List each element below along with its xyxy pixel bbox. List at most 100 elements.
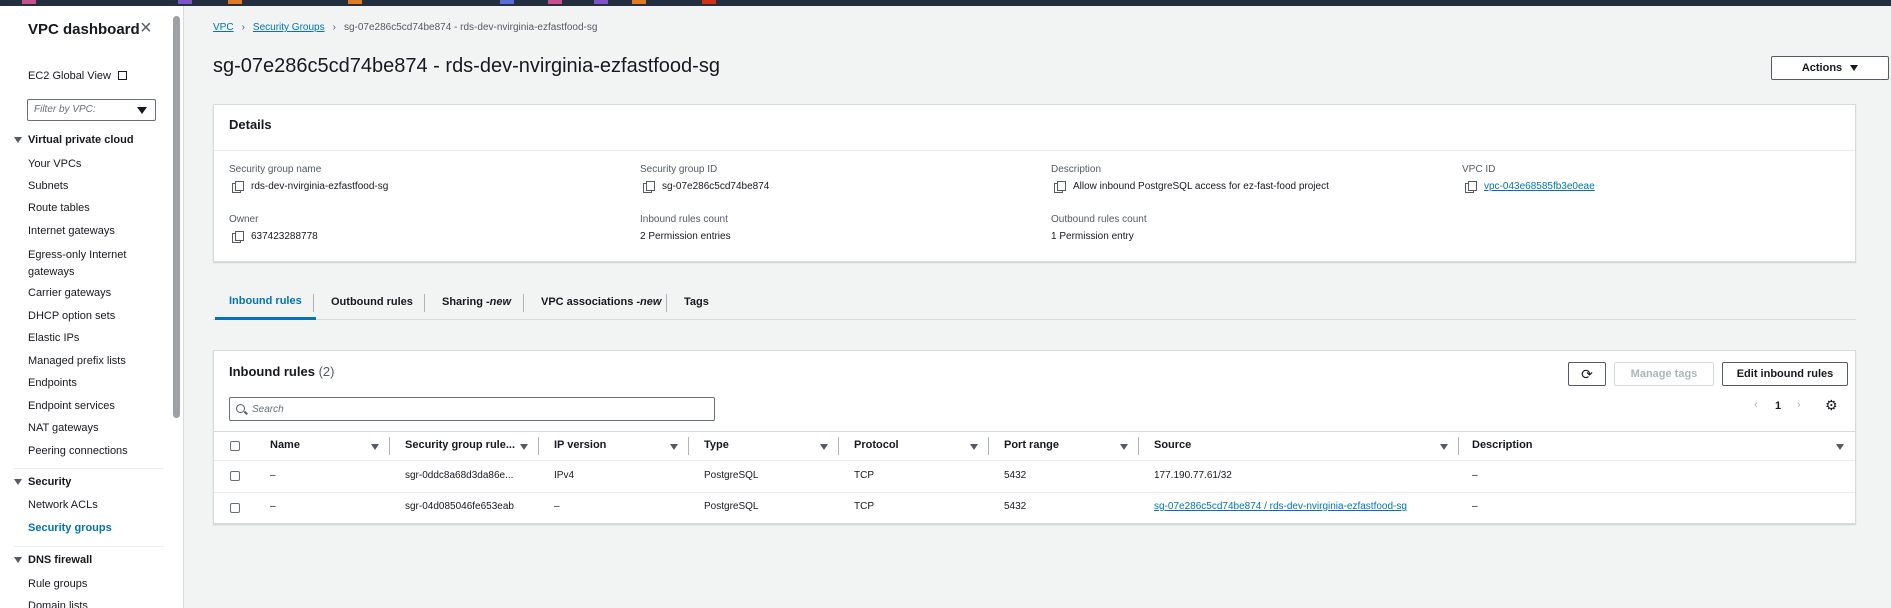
breadcrumb-vpc[interactable]: VPC — [213, 22, 234, 33]
col-ip-version[interactable]: IP version — [554, 439, 606, 451]
sidebar-item-domain-lists[interactable]: Domain lists — [28, 599, 88, 608]
tab-outbound-rules[interactable]: Outbound rules — [317, 284, 427, 320]
vpc-filter-select[interactable]: Filter by VPC: — [27, 99, 156, 121]
sort-icon[interactable] — [1440, 444, 1448, 450]
column-separator[interactable] — [389, 437, 390, 455]
top-bar-icon[interactable] — [702, 0, 716, 4]
sidebar-item-network-acls[interactable]: Network ACLs — [28, 498, 98, 512]
breadcrumb-security-groups[interactable]: Security Groups — [253, 22, 325, 33]
next-page-icon[interactable]: › — [1797, 399, 1801, 411]
cell-name: – — [270, 501, 276, 512]
sidebar-section-vpc[interactable]: Virtual private cloud — [14, 134, 134, 146]
top-bar-icon[interactable] — [548, 0, 562, 4]
top-bar-icon[interactable] — [500, 0, 514, 4]
copy-icon[interactable] — [232, 231, 244, 243]
sg-id-label: Security group ID — [640, 164, 718, 175]
sg-name-label: Security group name — [229, 164, 322, 175]
rules-count: (2) — [318, 364, 335, 379]
col-rule-id[interactable]: Security group rule... — [405, 439, 515, 451]
col-description[interactable]: Description — [1472, 439, 1533, 451]
sidebar-section-dns-firewall[interactable]: DNS firewall — [14, 554, 92, 566]
sidebar-item-route-tables[interactable]: Route tables — [28, 201, 90, 215]
top-bar-icon[interactable] — [632, 0, 646, 4]
external-link-icon — [118, 71, 128, 80]
col-type[interactable]: Type — [704, 439, 729, 451]
sidebar-item-your-vpcs[interactable]: Your VPCs — [28, 157, 81, 171]
top-bar-icon[interactable] — [22, 0, 36, 4]
inbound-rules-heading: Inbound rules (2) — [229, 364, 334, 379]
sidebar-item-rule-groups[interactable]: Rule groups — [28, 577, 87, 591]
select-all-checkbox[interactable] — [230, 441, 240, 451]
top-bar-icon[interactable] — [348, 0, 362, 4]
manage-tags-button[interactable]: Manage tags — [1614, 362, 1714, 386]
sidebar-item-carrier-gateways[interactable]: Carrier gateways — [28, 286, 111, 300]
sg-id-text: sg-07e286c5cd74be874 — [662, 181, 770, 192]
column-separator[interactable] — [988, 437, 989, 455]
column-separator[interactable] — [1138, 437, 1139, 455]
row-checkbox[interactable] — [230, 471, 240, 481]
sidebar-item-nat-gateways[interactable]: NAT gateways — [28, 421, 99, 435]
sort-icon[interactable] — [371, 444, 379, 450]
sort-icon[interactable] — [970, 444, 978, 450]
copy-icon[interactable] — [1465, 181, 1477, 193]
top-bar-icon[interactable] — [178, 0, 192, 4]
sidebar-item-elastic-ips[interactable]: Elastic IPs — [28, 331, 79, 345]
col-protocol[interactable]: Protocol — [854, 439, 899, 451]
col-port-range[interactable]: Port range — [1004, 439, 1059, 451]
top-bar-icon[interactable] — [594, 0, 608, 4]
row-checkbox[interactable] — [230, 503, 240, 513]
sidebar-section-security[interactable]: Security — [14, 476, 71, 488]
sidebar-scrollbar[interactable] — [173, 16, 180, 418]
new-badge: new — [489, 296, 512, 308]
tab-sharing[interactable]: Sharing - new — [428, 284, 525, 320]
sidebar-item-prefix-lists[interactable]: Managed prefix lists — [28, 354, 126, 368]
column-separator[interactable] — [688, 437, 689, 455]
gear-icon[interactable]: ⚙ — [1825, 397, 1838, 414]
col-source[interactable]: Source — [1154, 439, 1191, 451]
col-name[interactable]: Name — [270, 439, 300, 451]
sidebar-item-internet-gateways[interactable]: Internet gateways — [28, 224, 115, 238]
description-label: Description — [1051, 164, 1102, 175]
tab-label: VPC associations - — [541, 296, 641, 308]
chevron-down-icon — [137, 107, 147, 114]
sidebar-item-endpoint-services[interactable]: Endpoint services — [28, 399, 115, 413]
column-separator[interactable] — [1458, 437, 1459, 455]
sidebar-item-subnets[interactable]: Subnets — [28, 179, 68, 193]
copy-icon[interactable] — [1054, 181, 1066, 193]
sidebar-item-endpoints[interactable]: Endpoints — [28, 376, 77, 390]
vpc-id-link[interactable]: vpc-043e68585fb3e0eae — [1484, 181, 1595, 192]
sort-icon[interactable] — [520, 444, 528, 450]
cell-ip-version: – — [554, 501, 560, 512]
sidebar-item-ec2-global-view[interactable]: EC2 Global View — [28, 69, 128, 83]
top-bar-icon[interactable] — [228, 0, 242, 4]
sidebar-item-egress-only[interactable]: Egress-only Internet gateways — [28, 247, 138, 281]
tab-inbound-rules[interactable]: Inbound rules — [215, 284, 316, 320]
refresh-button[interactable]: ⟳ — [1568, 362, 1606, 386]
sidebar-item-security-groups[interactable]: Security groups — [28, 521, 112, 535]
sidebar-title[interactable]: VPC dashboard — [28, 21, 140, 38]
sg-name-value: rds-dev-nvirginia-ezfastfood-sg — [232, 181, 388, 193]
actions-button[interactable]: Actions — [1771, 56, 1889, 80]
copy-icon[interactable] — [232, 181, 244, 193]
sidebar-item-peering[interactable]: Peering connections — [28, 444, 128, 458]
column-separator[interactable] — [538, 437, 539, 455]
prev-page-icon[interactable]: ‹ — [1754, 399, 1758, 411]
column-separator[interactable] — [838, 437, 839, 455]
sort-icon[interactable] — [820, 444, 828, 450]
close-icon[interactable]: × — [140, 18, 152, 38]
tab-label: Sharing - — [442, 296, 490, 308]
sort-icon[interactable] — [1836, 444, 1844, 450]
sidebar-item-dhcp[interactable]: DHCP option sets — [28, 309, 115, 323]
page-number[interactable]: 1 — [1775, 400, 1781, 412]
source-sg-link[interactable]: sg-07e286c5cd74be874 / rds-dev-nvirginia… — [1154, 501, 1407, 512]
sort-icon[interactable] — [670, 444, 678, 450]
search-input[interactable]: Search — [229, 397, 715, 421]
edit-inbound-rules-button[interactable]: Edit inbound rules — [1722, 362, 1848, 386]
details-heading: Details — [229, 117, 272, 132]
copy-icon[interactable] — [643, 181, 655, 193]
tab-separator — [424, 294, 425, 312]
tab-tags[interactable]: Tags — [670, 284, 723, 320]
tab-vpc-associations[interactable]: VPC associations - new — [527, 284, 675, 320]
vpc-id-label: VPC ID — [1462, 164, 1496, 175]
sort-icon[interactable] — [1120, 444, 1128, 450]
